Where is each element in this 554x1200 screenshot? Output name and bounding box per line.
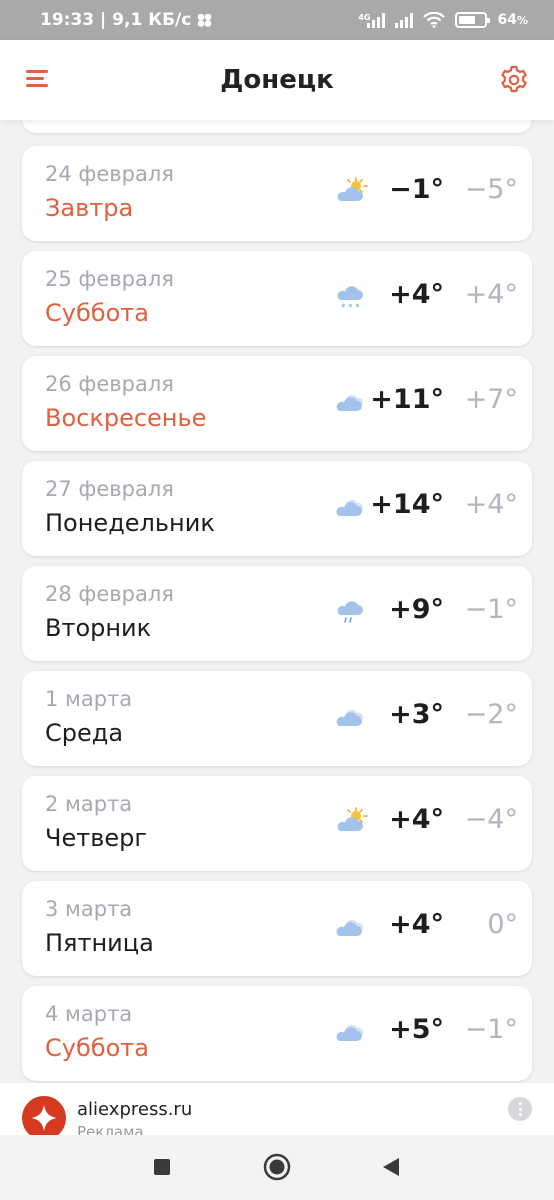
forecast-card[interactable]: 28 февраля Вторник +9° −1° bbox=[22, 566, 532, 661]
cloudy-icon bbox=[334, 701, 368, 731]
forecast-date: 3 марта bbox=[45, 897, 133, 921]
wifi-icon bbox=[423, 12, 446, 28]
forecast-card[interactable]: 2 марта Четверг +4° −4° bbox=[22, 776, 532, 871]
day-temperature: +4° bbox=[389, 804, 444, 835]
forecast-weekday: Понедельник bbox=[45, 509, 215, 537]
city-title[interactable]: Донецк bbox=[220, 65, 334, 95]
partly-cloudy-sun-icon bbox=[334, 176, 368, 206]
forecast-list[interactable]: 24 февраля Завтра −1° −5° 25 февраля Суббота *… bbox=[0, 120, 554, 1135]
day-temperature: −1° bbox=[389, 174, 444, 205]
forecast-date: 25 февраля bbox=[45, 267, 174, 291]
circle-home-icon[interactable] bbox=[263, 1153, 291, 1181]
night-temperature: −5° bbox=[464, 174, 518, 205]
svg-text:*: * bbox=[355, 303, 360, 311]
forecast-weekday: Вторник bbox=[45, 614, 152, 642]
forecast-date: 27 февраля bbox=[45, 477, 174, 501]
forecast-card[interactable]: 26 февраля Воскресенье +11° +7° bbox=[22, 356, 532, 451]
forecast-date: 4 марта bbox=[45, 1002, 133, 1026]
snow-cloud-icon: * * * bbox=[334, 281, 368, 313]
ad-title[interactable]: aliexpress.ru bbox=[77, 1099, 192, 1120]
svg-text:*: * bbox=[348, 303, 353, 311]
triangle-back-icon[interactable] bbox=[381, 1157, 401, 1177]
forecast-card[interactable]: 27 февраля Понедельник +14° +4° bbox=[22, 461, 532, 556]
forecast-weekday: Суббота bbox=[45, 299, 149, 327]
forecast-date: 2 марта bbox=[45, 792, 133, 816]
night-temperature: −4° bbox=[464, 804, 518, 835]
cloudy-icon bbox=[334, 1016, 368, 1046]
day-temperature: +9° bbox=[389, 594, 444, 625]
forecast-date: 24 февраля bbox=[45, 162, 174, 186]
cloudy-icon bbox=[334, 911, 368, 941]
forecast-card[interactable]: 24 февраля Завтра −1° −5° bbox=[22, 146, 532, 241]
hamburger-menu-icon[interactable] bbox=[26, 68, 52, 90]
night-temperature: −1° bbox=[464, 1014, 518, 1045]
more-vertical-icon[interactable] bbox=[508, 1097, 532, 1121]
night-temperature: +4° bbox=[464, 279, 518, 310]
forecast-card[interactable]: 4 марта Суббота +5° −1° bbox=[22, 986, 532, 1081]
forecast-date: 1 марта bbox=[45, 687, 133, 711]
battery-percent: 64% bbox=[497, 12, 528, 28]
forecast-card[interactable]: 1 марта Среда +3° −2° bbox=[22, 671, 532, 766]
aliexpress-logo-icon bbox=[22, 1096, 66, 1135]
partly-cloudy-sun-icon bbox=[334, 806, 368, 836]
forecast-weekday: Завтра bbox=[45, 194, 134, 222]
status-time-speed: 19:33 | 9,1 КБ/с bbox=[40, 10, 192, 30]
app-header: Донецк bbox=[0, 40, 554, 120]
day-temperature: +4° bbox=[389, 279, 444, 310]
day-temperature: +4° bbox=[389, 909, 444, 940]
rain-cloud-icon bbox=[334, 596, 368, 626]
forecast-card[interactable]: 25 февраля Суббота * * * +4° +4° bbox=[22, 251, 532, 346]
forecast-date: 26 февраля bbox=[45, 372, 174, 396]
gear-icon[interactable] bbox=[498, 64, 530, 96]
forecast-card[interactable]: 3 марта Пятница +4° 0° bbox=[22, 881, 532, 976]
day-temperature: +5° bbox=[389, 1014, 444, 1045]
signal-icon-2 bbox=[395, 12, 414, 28]
forecast-weekday: Среда bbox=[45, 719, 124, 747]
square-recents-icon[interactable] bbox=[153, 1158, 171, 1176]
night-temperature: −2° bbox=[464, 699, 518, 730]
cloudy-icon bbox=[334, 491, 368, 521]
day-temperature: +11° bbox=[370, 384, 444, 415]
day-temperature: +3° bbox=[389, 699, 444, 730]
day-temperature: +14° bbox=[370, 489, 444, 520]
app-notification-icon bbox=[198, 13, 212, 27]
ad-label: Реклама bbox=[77, 1123, 144, 1135]
forecast-weekday: Пятница bbox=[45, 929, 154, 957]
forecast-weekday: Четверг bbox=[45, 824, 147, 852]
network-type-badge: 4G bbox=[358, 13, 371, 22]
battery-icon bbox=[455, 12, 491, 28]
cloudy-icon bbox=[334, 386, 368, 416]
system-nav-bar bbox=[0, 1135, 554, 1200]
status-bar: 19:33 | 9,1 КБ/с 4G 64% bbox=[0, 0, 554, 40]
night-temperature: 0° bbox=[487, 909, 518, 940]
ad-banner[interactable]: aliexpress.ru Реклама bbox=[0, 1083, 554, 1135]
night-temperature: −1° bbox=[464, 594, 518, 625]
forecast-weekday: Воскресенье bbox=[45, 404, 207, 432]
forecast-weekday: Суббота bbox=[45, 1034, 149, 1062]
forecast-date: 28 февраля bbox=[45, 582, 174, 606]
night-temperature: +4° bbox=[464, 489, 518, 520]
svg-text:*: * bbox=[341, 303, 346, 311]
night-temperature: +7° bbox=[464, 384, 518, 415]
forecast-card-partial[interactable] bbox=[22, 120, 532, 133]
